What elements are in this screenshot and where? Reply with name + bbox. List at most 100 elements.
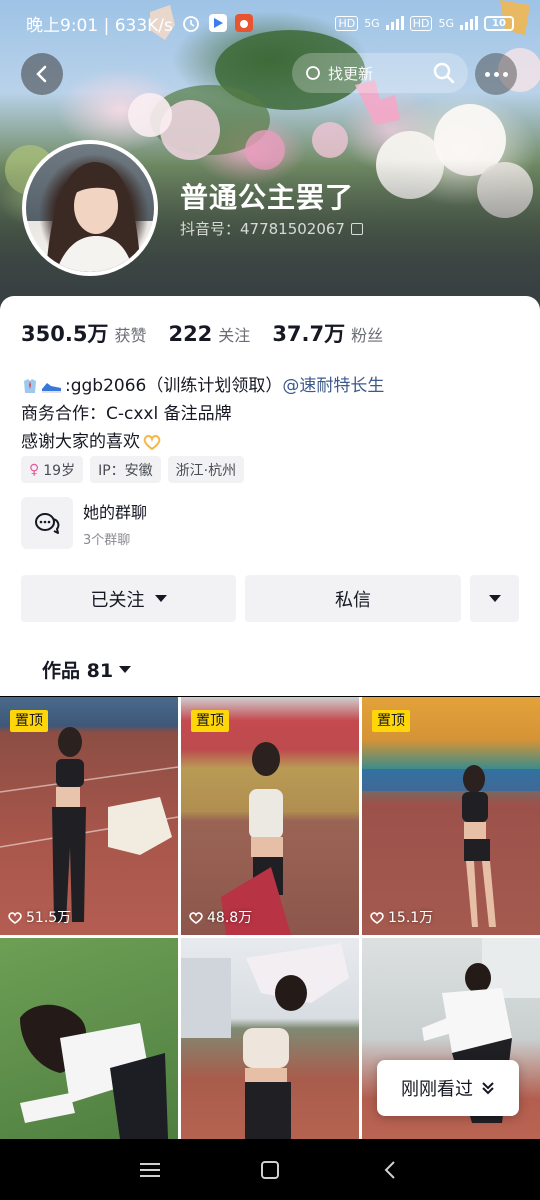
likes-count-value: 51.5万	[26, 910, 72, 926]
tab-works-label: 作品 81	[42, 660, 114, 682]
pinned-badge: 置顶	[191, 710, 229, 732]
group-chat-title: 她的群聊	[83, 502, 148, 522]
home-square-icon	[261, 1160, 279, 1179]
signal-icon	[385, 16, 404, 30]
bio-line-1: :ggb2066（训练计划领取） @速耐特长生	[21, 372, 384, 400]
message-button[interactable]: 私信	[245, 575, 461, 622]
likes-count-value: 48.8万	[207, 910, 253, 926]
more-dot-icon	[484, 71, 490, 77]
video-thumbnail[interactable]	[181, 938, 359, 1139]
bio: :ggb2066（训练计划领取） @速耐特长生 商务合作：C-cxxl 备注品牌…	[21, 372, 384, 456]
more-button[interactable]	[475, 53, 517, 95]
heart-outline-icon	[189, 911, 203, 924]
status-bar: 晚上9:01 | 633K/s HD 5G HD 5G 10	[0, 0, 540, 46]
refresh-icon	[306, 66, 320, 80]
stat-following-label: 关注	[218, 326, 251, 345]
likes-count: 15.1万	[370, 907, 433, 927]
tag-location: 浙江·杭州	[167, 456, 245, 483]
tag-ip: IP：安徽	[90, 456, 161, 483]
tag-location-label: 浙江·杭州	[175, 462, 237, 479]
bio-line-3-text: 感谢大家的喜欢	[21, 432, 140, 452]
battery-icon: 10	[484, 15, 514, 31]
status-time: 晚上9:01 | 633K/s	[26, 15, 173, 36]
search-button[interactable]	[424, 53, 464, 93]
signal-icon-2	[460, 16, 478, 30]
followed-button[interactable]: 已关注	[21, 575, 236, 622]
play-app-icon	[208, 14, 227, 32]
dropdown-triangle-icon	[488, 595, 501, 602]
bio-line-2-text: 商务合作：C-cxxl 备注品牌	[21, 404, 232, 424]
copy-icon[interactable]	[350, 222, 363, 235]
net-5g-label: 5G	[364, 16, 380, 30]
stat-likes-number: 350.5万	[21, 322, 109, 346]
stat-likes-label: 获赞	[114, 326, 147, 345]
video-thumbnail[interactable]	[0, 938, 178, 1139]
hd-icon-2: HD	[409, 15, 433, 31]
bio-mention-link[interactable]: @速耐特长生	[282, 372, 384, 400]
just-watched-label: 刚刚看过	[401, 1079, 473, 1100]
thumbnail-figure	[221, 742, 291, 935]
nickname: 普通公主罢了	[180, 181, 355, 214]
dropdown-triangle-icon	[154, 595, 167, 602]
taobao-app-icon	[234, 14, 253, 32]
video-thumbnail[interactable]: 置顶 48.8万	[181, 697, 359, 935]
find-updates-label: 找更新	[328, 64, 374, 83]
video-thumbnail[interactable]: 置顶 51.5万	[0, 697, 178, 935]
hd-icon: HD	[335, 15, 359, 31]
back-button[interactable]	[21, 53, 63, 95]
heart-hands-icon	[143, 434, 161, 450]
bio-line-2: 商务合作：C-cxxl 备注品牌	[21, 400, 384, 428]
heart-outline-icon	[8, 911, 22, 924]
likes-count: 48.8万	[189, 907, 252, 927]
tag-age: ♀ 19岁	[21, 456, 84, 483]
avatar-portrait	[46, 162, 141, 272]
bio-line-3: 感谢大家的喜欢	[21, 428, 384, 456]
tag-ip-label: IP：安徽	[98, 462, 153, 479]
heart-outline-icon	[370, 911, 384, 924]
pinned-badge: 置顶	[372, 710, 410, 732]
profile-panel: 350.5万 获赞 222 关注 37.7万 粉丝 :ggb2066（训练计划领…	[0, 296, 540, 696]
more-dot-icon	[493, 71, 499, 77]
sneaker-icon	[42, 383, 61, 393]
douyin-id-row[interactable]: 抖音号：47781502067	[180, 218, 363, 239]
stats-row: 350.5万 获赞 222 关注 37.7万 粉丝	[21, 318, 383, 348]
stat-followers-number: 37.7万	[272, 322, 346, 346]
likes-count: 51.5万	[8, 907, 71, 927]
message-label: 私信	[335, 589, 371, 611]
action-buttons: 已关注 私信	[21, 575, 519, 622]
double-chevron-down-icon	[482, 1082, 494, 1095]
avatar[interactable]	[22, 140, 158, 276]
menu-icon	[140, 1162, 160, 1177]
stat-following-number: 222	[168, 322, 213, 346]
followed-label: 已关注	[90, 589, 145, 611]
more-dot-icon	[502, 71, 508, 77]
bio-line-1-text: :ggb2066（训练计划领取）	[65, 376, 283, 396]
tag-age-label: 19岁	[43, 462, 76, 479]
net-5g-label-2: 5G	[438, 16, 454, 30]
likes-count-value: 15.1万	[388, 910, 434, 926]
system-nav-bar	[0, 1139, 540, 1200]
stat-followers-label: 粉丝	[351, 326, 384, 345]
thumbnail-figure	[0, 727, 178, 922]
stat-following[interactable]: 222 关注	[168, 322, 250, 346]
recents-button[interactable]	[130, 1150, 170, 1190]
shirt-tie-icon	[24, 379, 36, 393]
home-button[interactable]	[250, 1150, 290, 1190]
system-back-button[interactable]	[370, 1150, 410, 1190]
just-watched-button[interactable]: 刚刚看过	[377, 1060, 519, 1116]
chat-bubbles-icon	[35, 513, 60, 534]
tab-works[interactable]: 作品 81	[42, 656, 132, 683]
thumbnail-figure	[362, 765, 540, 927]
video-thumbnail[interactable]: 置顶 15.1万	[362, 697, 540, 935]
thumbnail-figure	[20, 1004, 168, 1139]
stat-followers[interactable]: 37.7万 粉丝	[272, 318, 383, 348]
group-chat-icon-box	[21, 497, 73, 549]
back-triangle-icon	[384, 1160, 395, 1179]
more-actions-button[interactable]	[470, 575, 519, 622]
stat-likes[interactable]: 350.5万 获赞	[21, 318, 146, 348]
alarm-icon	[182, 16, 199, 32]
group-chat-entry[interactable]: 她的群聊 3个群聊	[21, 497, 147, 549]
pinned-badge: 置顶	[10, 710, 48, 732]
group-chat-count: 3个群聊	[83, 532, 131, 548]
douyin-id: 抖音号：47781502067	[180, 220, 345, 238]
